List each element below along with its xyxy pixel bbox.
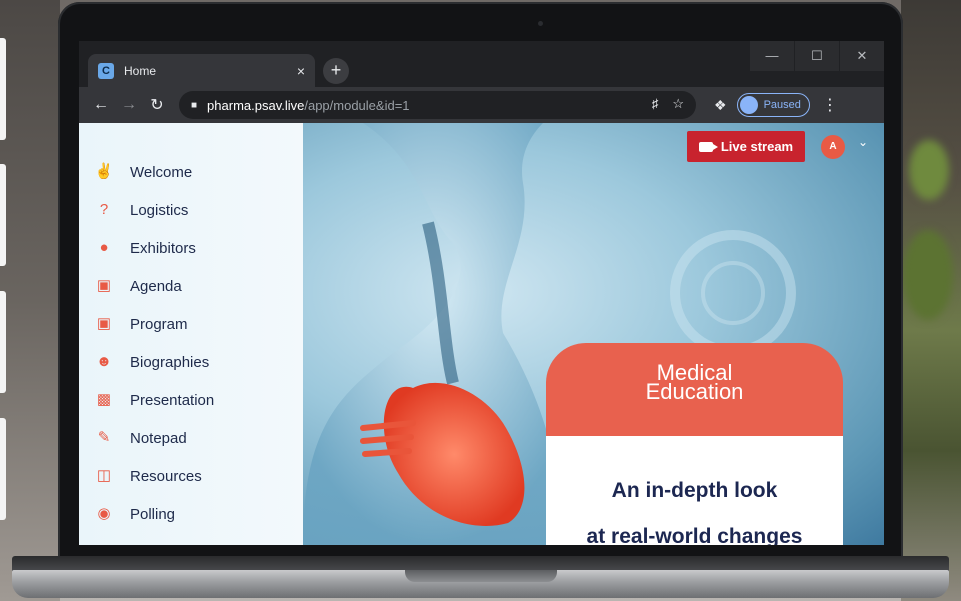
browser-toolbar: ← → ↻ ■ pharma.psav.live/app/module&id=1… — [79, 87, 884, 123]
question-bubble-icon: ? — [99, 201, 109, 218]
sidebar-item-label: Notepad — [130, 429, 187, 447]
presentation-board-icon: ▩ — [96, 391, 112, 408]
omnibox-icons: ♯ ☆ — [652, 96, 684, 112]
sidebar-item-label: Program — [130, 315, 188, 333]
card-header: Medical Education — [546, 343, 843, 436]
maximize-button[interactable]: ☐ — [795, 41, 839, 71]
background-panel — [0, 418, 6, 520]
window-controls: — ☐ ✕ — [749, 41, 884, 71]
calendar-icon: ▣ — [96, 315, 112, 332]
laptop-notch — [405, 570, 557, 582]
background-panel — [0, 164, 6, 266]
new-tab-button[interactable]: + — [323, 58, 349, 84]
url-host: pharma.psav.live — [207, 97, 305, 113]
sidebar-item-logistics[interactable]: ? Logistics — [79, 191, 303, 229]
user-avatar[interactable]: A — [821, 135, 845, 159]
users-icon: ☻ — [96, 353, 112, 370]
close-window-button[interactable]: ✕ — [840, 41, 884, 71]
browser-tab-home[interactable]: C Home × — [88, 54, 315, 87]
profile-avatar-icon — [739, 96, 758, 114]
sidebar-item-label: Presentation — [130, 391, 215, 409]
lock-icon: ■ — [191, 99, 198, 111]
card-body-line1: An in-depth look — [611, 479, 778, 502]
site-favicon-icon: C — [98, 62, 114, 79]
tab-title: Home — [124, 63, 157, 78]
live-stream-label: Live stream — [720, 139, 794, 154]
sidebar-item-label: Welcome — [130, 163, 193, 181]
background-panel — [0, 291, 6, 393]
forward-arrow-icon[interactable]: → — [115, 96, 143, 114]
card-title-line2: Education — [645, 379, 744, 404]
minimize-button[interactable]: — — [750, 41, 794, 71]
background-right — [901, 0, 961, 601]
card-body-line2: at real-world changes — [586, 525, 803, 545]
browser-menu-icon[interactable]: ⋮ — [822, 95, 838, 115]
calendar-icon: ▣ — [96, 277, 112, 294]
sidebar-item-welcome[interactable]: ✌ Welcome — [79, 153, 303, 191]
card-body: An in-depth look at real-world changes — [546, 436, 843, 545]
handshake-icon: ✌ — [94, 163, 114, 180]
profile-status: Paused — [763, 99, 801, 111]
sidebar-item-biographies[interactable]: ☻ Biographies — [79, 343, 303, 381]
notepad-icon: ✎ — [97, 429, 111, 446]
back-arrow-icon[interactable]: ← — [87, 96, 115, 114]
sidebar-item-notepad[interactable]: ✎ Notepad — [79, 419, 303, 457]
pdf-file-icon: ◫ — [96, 467, 112, 484]
webcam-icon — [538, 21, 543, 26]
sidebar-item-label: Polling — [130, 505, 176, 523]
sidebar-item-exhibitors[interactable]: ● Exhibitors — [79, 229, 303, 267]
sidebar-nav: ✌ Welcome ? Logistics ● Exhibitors ▣ Age… — [79, 123, 303, 545]
browser-tabstrip: C Home × + — ☐ ✕ — [79, 41, 884, 87]
address-bar[interactable]: ■ pharma.psav.live/app/module&id=1 ♯ ☆ — [179, 91, 696, 119]
poll-bubble-icon: ◉ — [97, 505, 111, 522]
sidebar-item-label: Exhibitors — [130, 239, 196, 257]
key-icon[interactable]: ♯ — [652, 96, 659, 112]
sidebar-item-label: Biographies — [130, 353, 210, 371]
sidebar-item-program[interactable]: ▣ Program — [79, 305, 303, 343]
sidebar-item-resources[interactable]: ◫ Resources — [79, 457, 303, 495]
background-panel — [0, 38, 6, 140]
live-stream-button[interactable]: Live stream — [687, 131, 805, 162]
extensions-puzzle-icon[interactable]: ❖ — [714, 97, 727, 114]
plant-leaves — [903, 230, 953, 320]
tab-close-icon[interactable]: × — [297, 63, 305, 79]
sidebar-item-label: Agenda — [130, 277, 182, 295]
sidebar-item-label: Resources — [130, 467, 202, 485]
sidebar-item-label: Logistics — [130, 201, 189, 219]
sidebar-item-agenda[interactable]: ▣ Agenda — [79, 267, 303, 305]
profile-button[interactable]: Paused — [736, 93, 810, 117]
video-camera-icon — [698, 141, 718, 152]
people-group-icon: ● — [99, 239, 109, 256]
chevron-down-icon[interactable]: ⌄ — [858, 135, 868, 149]
url-path: /app/module&id=1 — [304, 97, 410, 113]
background-left — [0, 0, 60, 601]
bookmark-star-icon[interactable]: ☆ — [672, 96, 684, 112]
reload-icon[interactable]: ↻ — [143, 95, 171, 115]
sidebar-item-polling[interactable]: ◉ Polling — [79, 495, 303, 533]
web-page: ✌ Welcome ? Logistics ● Exhibitors ▣ Age… — [79, 123, 884, 545]
medical-education-card[interactable]: Medical Education An in-depth look at re… — [546, 343, 843, 545]
sidebar-item-presentation[interactable]: ▩ Presentation — [79, 381, 303, 419]
laptop-screen: C Home × + — ☐ ✕ ← → ↻ ■ pharma.psav.liv… — [79, 41, 884, 545]
plant-leaves — [909, 140, 949, 200]
